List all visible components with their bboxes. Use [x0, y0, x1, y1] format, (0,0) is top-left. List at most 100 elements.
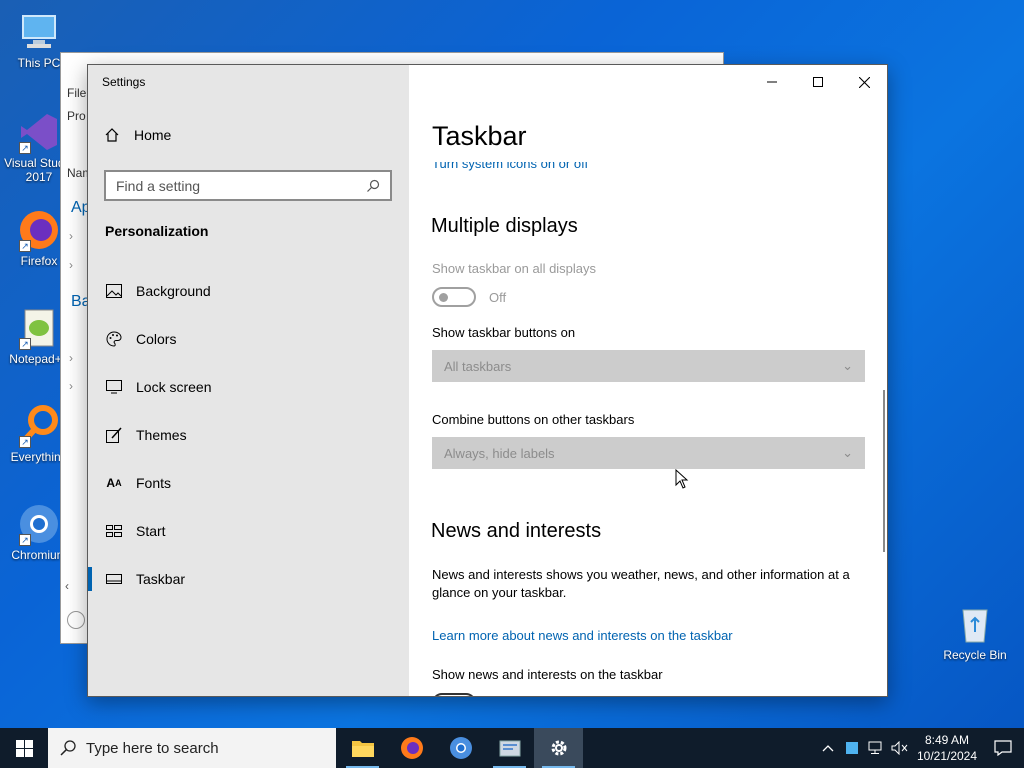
close-icon [858, 76, 870, 88]
firefox-icon: ↗ [17, 208, 61, 252]
control-panel-icon [499, 740, 520, 757]
windows-logo-icon [15, 739, 33, 757]
shortcut-arrow-icon: ↗ [19, 240, 31, 252]
taskbar-app-file-explorer[interactable] [338, 728, 387, 768]
fonts-icon: AA [106, 476, 122, 490]
sidebar-item-lock-screen[interactable]: Lock screen [88, 365, 409, 409]
volume-button[interactable] [888, 728, 912, 768]
home-icon [105, 128, 119, 142]
find-setting-box[interactable] [104, 170, 392, 201]
search-icon [60, 740, 76, 756]
show-hidden-icons-button[interactable] [816, 728, 840, 768]
sidebar-item-background[interactable]: Background [88, 269, 409, 313]
show-all-displays-toggle[interactable] [432, 287, 476, 307]
maximize-icon [813, 77, 823, 87]
taskbar-app-chromium[interactable] [436, 728, 485, 768]
explorer-scroll-left-icon[interactable]: ‹ [65, 579, 69, 593]
brush-icon [105, 426, 123, 444]
explorer-menu-file[interactable]: File [67, 86, 86, 100]
multiple-displays-heading: Multiple displays [431, 215, 578, 237]
show-all-displays-label: Show taskbar on all displays [432, 261, 597, 276]
sidebar-item-label: Taskbar [136, 571, 186, 587]
show-news-toggle[interactable] [432, 693, 476, 696]
taskbar-icon [105, 570, 123, 588]
monitor-icon [105, 378, 123, 396]
taskbar-search-placeholder: Type here to search [86, 739, 219, 757]
shortcut-arrow-icon: ↗ [19, 142, 31, 154]
sidebar-item-taskbar[interactable]: Taskbar [88, 557, 409, 601]
explorer-chevron-icon[interactable]: › [69, 379, 73, 393]
taskbar-search[interactable]: Type here to search [48, 728, 336, 768]
sidebar-item-colors[interactable]: Colors [88, 317, 409, 361]
square-app-icon [846, 742, 858, 754]
content-scrollbar[interactable] [883, 390, 885, 552]
shortcut-arrow-icon: ↗ [19, 338, 31, 350]
explorer-tab-pro[interactable]: Pro [67, 109, 86, 123]
section-personalization: Personalization [105, 223, 209, 239]
shortcut-arrow-icon: ↗ [19, 436, 31, 448]
chevron-down-icon: ⌄ [842, 358, 853, 373]
combine-buttons-value: Always, hide labels [444, 445, 555, 461]
mouse-cursor-icon [675, 469, 689, 489]
taskbar-app-firefox[interactable] [387, 728, 436, 768]
image-icon [105, 282, 123, 300]
system-tray: 8:49 AM 10/21/2024 [816, 728, 1024, 768]
chevron-down-icon: ⌄ [842, 445, 853, 460]
settings-sidebar: Settings Home Personalization Background… [88, 65, 409, 696]
settings-content: Taskbar Turn system icons on or off Mult… [409, 65, 887, 696]
news-heading: News and interests [431, 520, 602, 542]
sidebar-item-label: Background [136, 283, 211, 299]
firefox-icon [400, 737, 423, 759]
tray-app-icon[interactable] [840, 728, 864, 768]
buttons-on-dropdown[interactable]: All taskbars ⌄ [432, 350, 865, 382]
explorer-chevron-icon[interactable]: › [69, 229, 73, 243]
chromium-icon [449, 737, 472, 759]
sidebar-item-label: Colors [136, 331, 177, 347]
settings-window[interactable]: Settings Home Personalization Background… [87, 64, 888, 697]
taskbar-app-control-panel[interactable] [485, 728, 534, 768]
page-title: Taskbar [432, 121, 527, 151]
network-button[interactable] [864, 728, 888, 768]
start-grid-icon [105, 522, 123, 540]
find-setting-input[interactable] [116, 177, 366, 194]
sidebar-item-themes[interactable]: Themes [88, 413, 409, 457]
magnifier-orange-icon: ↗ [17, 404, 61, 448]
news-learn-more-link[interactable]: Learn more about news and interests on t… [432, 628, 733, 643]
sidebar-home[interactable]: Home [104, 127, 171, 143]
clock-date: 10/21/2024 [916, 749, 978, 763]
turn-system-icons-link[interactable]: Turn system icons on or off [432, 162, 588, 171]
clock-time: 8:49 AM [924, 733, 970, 747]
action-center-button[interactable] [982, 728, 1024, 768]
toggle-knob [439, 293, 448, 302]
minimize-icon [767, 81, 777, 83]
taskbar-clock[interactable]: 8:49 AM 10/21/2024 [912, 732, 982, 764]
start-button[interactable] [0, 728, 48, 768]
taskbar-app-settings[interactable] [534, 728, 583, 768]
explorer-chevron-icon[interactable]: › [69, 351, 73, 365]
chromium-icon: ↗ [17, 502, 61, 546]
sidebar-item-label: Start [136, 523, 166, 539]
shortcut-arrow-icon: ↗ [19, 534, 31, 546]
sidebar-item-start[interactable]: Start [88, 509, 409, 553]
buttons-on-label: Show taskbar buttons on [432, 325, 576, 340]
news-description: News and interests shows you weather, ne… [432, 567, 850, 600]
minimize-button[interactable] [749, 65, 795, 99]
maximize-button[interactable] [795, 65, 841, 99]
sidebar-home-label: Home [134, 127, 172, 143]
buttons-on-value: All taskbars [444, 358, 512, 374]
close-button[interactable] [841, 65, 887, 99]
sidebar-item-fonts[interactable]: AA Fonts [88, 461, 409, 505]
combine-buttons-dropdown[interactable]: Always, hide labels ⌄ [432, 437, 865, 469]
window-title: Settings [102, 75, 146, 89]
visual-studio-icon: ↗ [17, 110, 61, 154]
volume-muted-icon [891, 741, 908, 755]
search-icon[interactable] [366, 179, 380, 193]
notification-icon [994, 740, 1012, 756]
taskbar: Type here to search 8:49 AM 10/21/2024 [0, 728, 1024, 768]
sidebar-item-label: Fonts [136, 475, 172, 491]
explorer-status-icon[interactable] [67, 611, 85, 629]
desktop-icon-recycle-bin[interactable]: Recycle Bin [938, 602, 1012, 662]
palette-icon [105, 330, 123, 348]
explorer-chevron-icon[interactable]: › [69, 258, 73, 272]
recycle-bin-icon [953, 602, 997, 646]
